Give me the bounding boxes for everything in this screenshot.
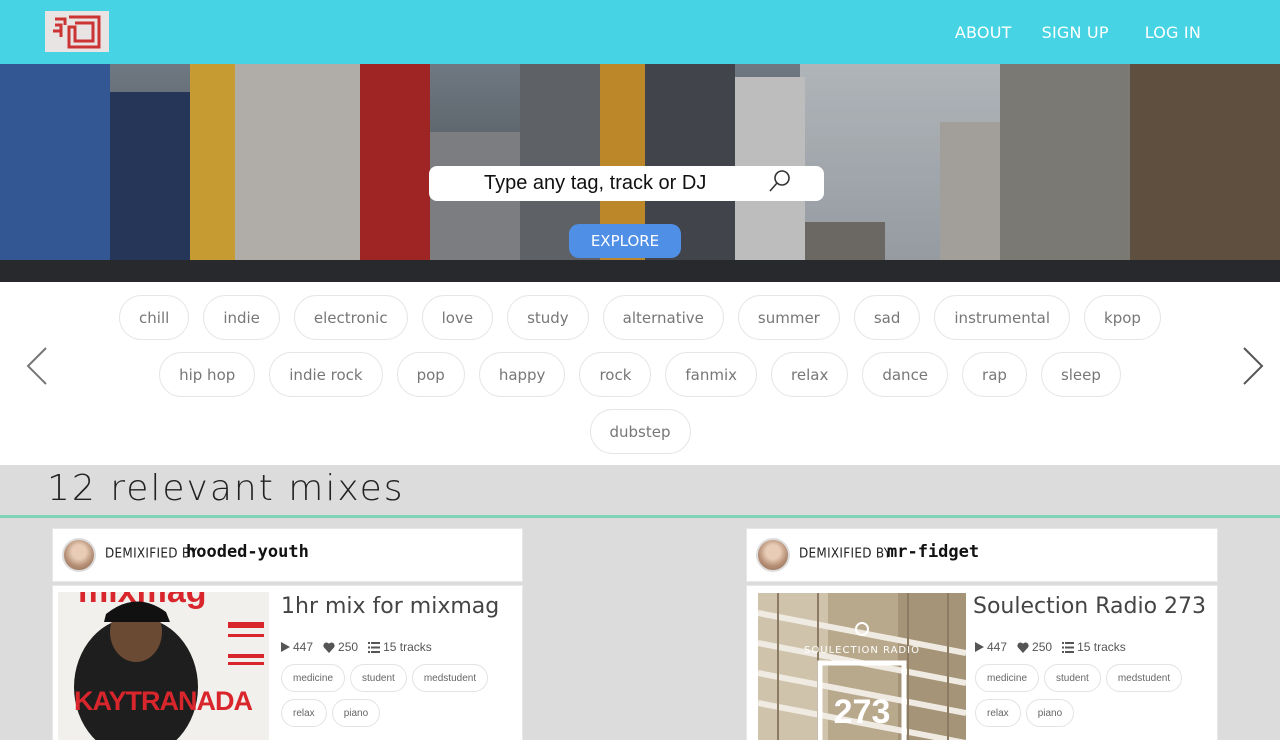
mix-tag-chip[interactable]: medicine bbox=[975, 664, 1040, 692]
tracks-stat: 15 tracks bbox=[368, 640, 432, 654]
tag-chip[interactable]: indie bbox=[203, 295, 280, 340]
site-logo[interactable] bbox=[45, 11, 109, 52]
mixes-heading: 12 relevant mixes bbox=[47, 468, 405, 509]
tag-chip[interactable]: sleep bbox=[1040, 352, 1121, 397]
likes-count: 250 bbox=[338, 640, 359, 654]
mix-tag-chip[interactable]: relax bbox=[975, 699, 1021, 727]
tag-chip[interactable]: hip hop bbox=[159, 352, 256, 397]
mix-tag-chip[interactable]: medstudent bbox=[411, 664, 489, 692]
mix-title-link[interactable]: Soulection Radio 273 bbox=[973, 594, 1206, 619]
mix-tags-row: medicine student medstudent bbox=[281, 664, 501, 692]
tag-chip[interactable]: dance bbox=[862, 352, 949, 397]
mix-tag-chip[interactable]: piano bbox=[1025, 699, 1075, 727]
tag-chip[interactable]: pop bbox=[396, 352, 465, 397]
tag-chip[interactable]: love bbox=[421, 295, 494, 340]
chevron-right-icon[interactable] bbox=[1240, 345, 1266, 387]
mix-tag-chip[interactable]: medstudent bbox=[1105, 664, 1183, 692]
tag-chip[interactable]: relax bbox=[771, 352, 849, 397]
list-icon bbox=[1062, 641, 1075, 653]
tracks-count: 15 tracks bbox=[1077, 640, 1126, 654]
plays-count: 447 bbox=[987, 640, 1008, 654]
tag-chip[interactable]: chill bbox=[119, 295, 190, 340]
avatar[interactable] bbox=[756, 538, 790, 572]
tag-chip[interactable]: fanmix bbox=[665, 352, 758, 397]
mix-title-link[interactable]: 1hr mix for mixmag bbox=[281, 594, 499, 619]
tags-section: chill indie electronic love study altern… bbox=[0, 282, 1280, 465]
tracks-count: 15 tracks bbox=[383, 640, 432, 654]
nav-links: ABOUT SIGN UP LOG IN bbox=[955, 0, 1201, 64]
mix-card-body: SOULECTION RADIO 273 Soulection Radio 27… bbox=[746, 585, 1218, 740]
mix-stats: 447 250 15 tracks bbox=[281, 640, 442, 654]
tag-chip[interactable]: sad bbox=[853, 295, 921, 340]
tag-chip[interactable]: happy bbox=[478, 352, 566, 397]
cover-label-text: SOULECTION RADIO bbox=[804, 645, 920, 656]
search-input[interactable] bbox=[449, 166, 769, 201]
mix-card-header: DEMIXIFIED BY hooded-youth bbox=[52, 528, 523, 582]
list-icon bbox=[368, 641, 381, 653]
heart-icon bbox=[1017, 642, 1029, 653]
cover-number-text: 273 bbox=[834, 693, 891, 731]
tag-chip[interactable]: rock bbox=[579, 352, 652, 397]
search-box[interactable] bbox=[429, 166, 824, 201]
demixified-label: DEMIXIFIED BY bbox=[105, 545, 198, 561]
tag-chip[interactable]: kpop bbox=[1084, 295, 1161, 340]
mix-cover-image[interactable]: mixmag KAYTRANADA bbox=[58, 592, 269, 740]
logo-icon bbox=[45, 11, 109, 52]
chevron-left-icon[interactable] bbox=[24, 345, 50, 387]
mix-tag-chip[interactable]: medicine bbox=[281, 664, 346, 692]
avatar[interactable] bbox=[62, 538, 96, 572]
tag-row-3: dubstep bbox=[0, 409, 1280, 454]
plays-stat: 447 bbox=[975, 640, 1007, 654]
play-icon bbox=[975, 642, 984, 652]
nav-about-link[interactable]: ABOUT bbox=[955, 23, 1012, 42]
demixified-label: DEMIXIFIED BY bbox=[799, 545, 892, 561]
tag-row-2: hip hop indie rock pop happy rock fanmix… bbox=[0, 352, 1280, 397]
mix-tags-row: medicine student medstudent bbox=[975, 664, 1195, 692]
tag-chip[interactable]: summer bbox=[737, 295, 840, 340]
mix-tags-row: relax piano bbox=[281, 699, 501, 727]
tag-row-1: chill indie electronic love study altern… bbox=[0, 295, 1280, 340]
play-icon bbox=[281, 642, 290, 652]
plays-stat: 447 bbox=[281, 640, 313, 654]
likes-stat: 250 bbox=[323, 640, 358, 654]
search-icon[interactable] bbox=[768, 169, 792, 193]
tracks-stat: 15 tracks bbox=[1062, 640, 1126, 654]
section-divider bbox=[0, 515, 1280, 518]
mix-stats: 447 250 15 tracks bbox=[975, 640, 1136, 654]
tag-chip[interactable]: alternative bbox=[602, 295, 724, 340]
heart-icon bbox=[323, 642, 335, 653]
nav-signup-link[interactable]: SIGN UP bbox=[1042, 23, 1109, 42]
nav-login-link[interactable]: LOG IN bbox=[1145, 23, 1201, 42]
explore-button[interactable]: EXPLORE bbox=[569, 224, 681, 258]
dj-name-link[interactable]: hooded-youth bbox=[186, 542, 309, 562]
mix-tags-row: relax piano bbox=[975, 699, 1195, 727]
mix-tag-chip[interactable]: student bbox=[1044, 664, 1101, 692]
tag-chip[interactable]: indie rock bbox=[269, 352, 383, 397]
mix-tag-chip[interactable]: student bbox=[350, 664, 407, 692]
tag-chip[interactable]: electronic bbox=[293, 295, 408, 340]
tag-chip[interactable]: study bbox=[507, 295, 589, 340]
plays-count: 447 bbox=[293, 640, 314, 654]
tag-chip[interactable]: rap bbox=[962, 352, 1027, 397]
dj-name-link[interactable]: mr-fidget bbox=[887, 542, 979, 562]
mix-tag-chip[interactable]: piano bbox=[331, 699, 381, 727]
mix-card-header: DEMIXIFIED BY mr-fidget bbox=[746, 528, 1218, 582]
top-nav: ABOUT SIGN UP LOG IN bbox=[0, 0, 1280, 64]
mix-cover-image[interactable]: SOULECTION RADIO 273 bbox=[758, 593, 966, 740]
likes-count: 250 bbox=[1032, 640, 1053, 654]
likes-stat: 250 bbox=[1017, 640, 1052, 654]
tag-chip[interactable]: instrumental bbox=[934, 295, 1071, 340]
tag-chip[interactable]: dubstep bbox=[589, 409, 691, 454]
mix-tag-chip[interactable]: relax bbox=[281, 699, 327, 727]
cover-artist-text: KAYTRANADA bbox=[74, 686, 253, 716]
mix-card-body: mixmag KAYTRANADA 1hr mix for mixmag 447… bbox=[52, 585, 523, 740]
